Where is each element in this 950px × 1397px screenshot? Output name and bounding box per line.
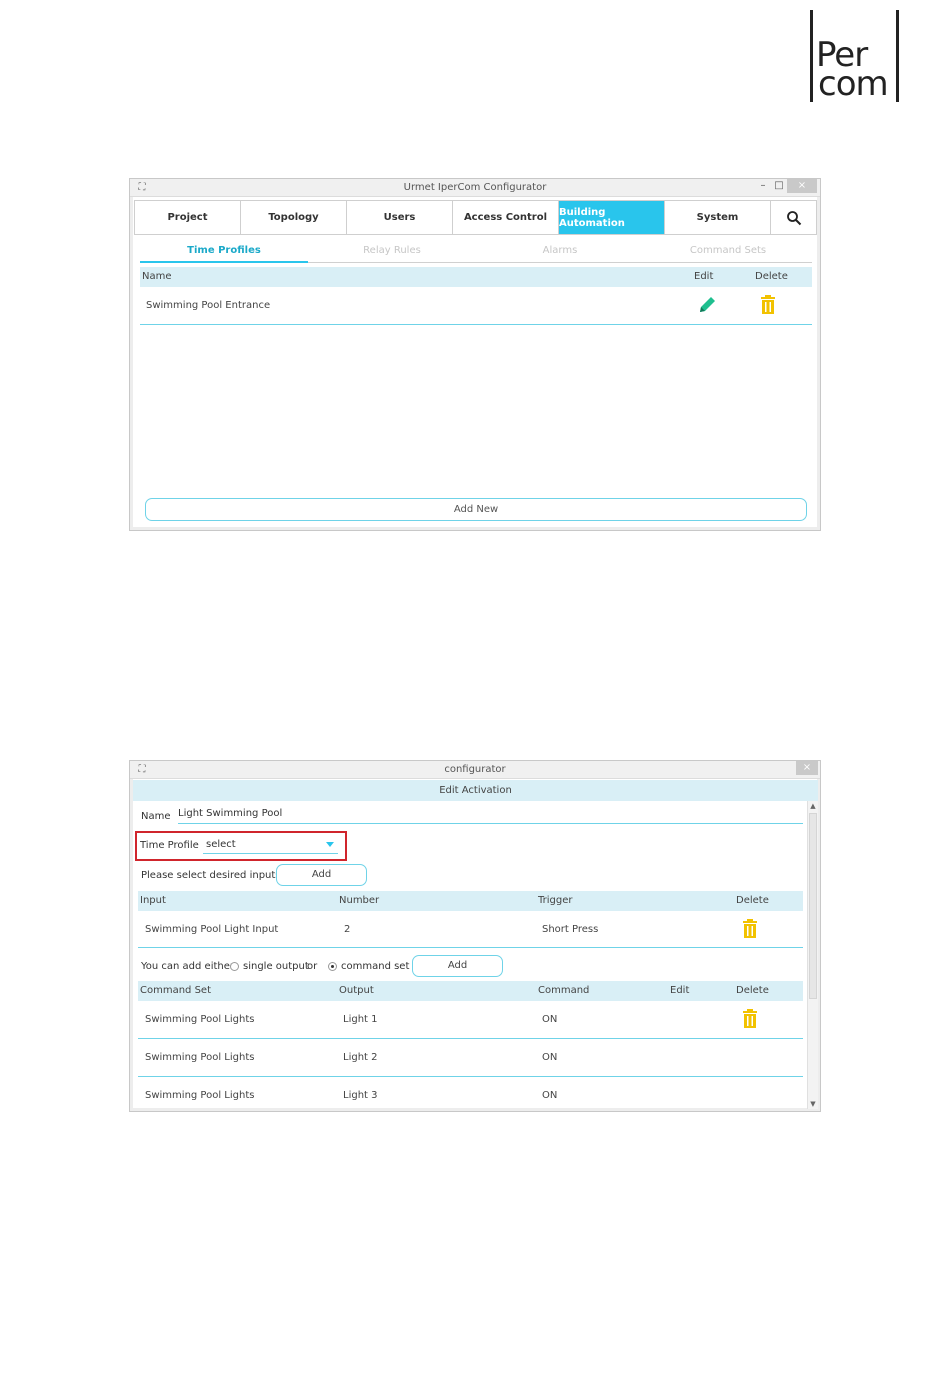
header-delete: Delete xyxy=(736,895,769,906)
command-value: ON xyxy=(542,1014,558,1025)
single-output-radio[interactable] xyxy=(230,962,239,971)
pencil-icon[interactable] xyxy=(697,295,717,315)
add-either-label: You can add either xyxy=(141,961,235,972)
title-bar: ⛶ configurator xyxy=(130,761,820,779)
subtab-bar: Time Profiles Relay Rules Alarms Command… xyxy=(140,241,812,263)
input-number: 2 xyxy=(344,924,351,935)
name-input[interactable]: Light Swimming Pool xyxy=(178,808,803,824)
inputs-table-header: Input Number Trigger Delete xyxy=(138,891,803,911)
name-value: Light Swimming Pool xyxy=(178,808,283,819)
command-set-radio[interactable] xyxy=(328,962,337,971)
main-nav: Project Topology Users Access Control Bu… xyxy=(134,200,817,235)
tab-command-sets[interactable]: Command Sets xyxy=(644,241,812,263)
tab-alarms[interactable]: Alarms xyxy=(476,241,644,263)
vertical-scrollbar[interactable]: ▲ ▼ xyxy=(807,801,818,1109)
command-output: Light 2 xyxy=(343,1052,378,1063)
trash-icon[interactable] xyxy=(742,1009,758,1029)
logo-bar-right xyxy=(896,10,899,102)
time-profile-value: select xyxy=(206,839,236,850)
edit-activation-window: ⛶ configurator × Edit Activation ▲ ▼ Nam… xyxy=(129,760,821,1112)
chevron-down-icon xyxy=(326,842,334,847)
window-title: Urmet IperCom Configurator xyxy=(403,182,547,193)
search-icon xyxy=(786,210,801,225)
table-row[interactable]: Swimming Pool Lights Light 2 ON xyxy=(138,1039,803,1077)
trash-icon[interactable] xyxy=(760,295,776,315)
header-delete: Delete xyxy=(755,271,788,282)
header-command-set: Command Set xyxy=(140,985,211,996)
add-new-button[interactable]: Add New xyxy=(145,498,807,521)
close-button[interactable]: × xyxy=(787,179,817,193)
command-set-label: command set xyxy=(341,961,410,972)
scroll-up-icon[interactable]: ▲ xyxy=(808,801,818,811)
header-edit: Edit xyxy=(694,271,714,282)
window-title: configurator xyxy=(444,764,506,775)
header-name: Name xyxy=(142,271,172,282)
command-set-name: Swimming Pool Lights xyxy=(145,1052,255,1063)
header-command: Command xyxy=(538,985,590,996)
header-delete: Delete xyxy=(736,985,769,996)
header-number: Number xyxy=(339,895,380,906)
nav-system[interactable]: System xyxy=(665,201,771,234)
table-row[interactable]: Swimming Pool Lights Light 3 ON xyxy=(138,1077,803,1109)
dialog-header: Edit Activation xyxy=(133,780,818,801)
ipercom-logo: Per com xyxy=(808,10,902,104)
nav-building-automation[interactable]: Building Automation xyxy=(559,201,665,234)
logo-line-2: com xyxy=(818,64,889,104)
search-button[interactable] xyxy=(771,201,816,234)
scroll-down-icon[interactable]: ▼ xyxy=(808,1099,818,1109)
input-name: Swimming Pool Light Input xyxy=(145,924,279,935)
commands-table-header: Command Set Output Command Edit Delete xyxy=(138,981,803,1001)
trash-icon[interactable] xyxy=(742,919,758,939)
app-icon: ⛶ xyxy=(138,182,146,193)
table-row[interactable]: Swimming Pool Light Input 2 Short Press xyxy=(138,911,803,948)
time-profile-label: Time Profile xyxy=(140,840,199,851)
command-set-name: Swimming Pool Lights xyxy=(145,1090,255,1101)
time-profiles-table-header: Name Edit Delete xyxy=(140,267,812,287)
time-profile-select[interactable]: select xyxy=(203,839,338,854)
minimize-button[interactable]: – xyxy=(756,179,770,193)
add-output-button[interactable]: Add xyxy=(412,955,503,977)
add-input-button[interactable]: Add xyxy=(276,864,367,886)
nav-topology[interactable]: Topology xyxy=(241,201,347,234)
command-output: Light 3 xyxy=(343,1090,378,1101)
tab-time-profiles[interactable]: Time Profiles xyxy=(140,241,308,263)
header-input: Input xyxy=(140,895,166,906)
logo-bar-left xyxy=(810,10,813,102)
close-button[interactable]: × xyxy=(796,761,818,775)
app-icon: ⛶ xyxy=(138,764,146,775)
nav-users[interactable]: Users xyxy=(347,201,453,234)
or-label: or xyxy=(307,961,318,972)
command-value: ON xyxy=(542,1090,558,1101)
inputs-prompt: Please select desired inputs xyxy=(141,870,281,881)
name-label: Name xyxy=(141,811,171,822)
header-output: Output xyxy=(339,985,374,996)
nav-project[interactable]: Project xyxy=(135,201,241,234)
header-trigger: Trigger xyxy=(538,895,573,906)
table-row[interactable]: Swimming Pool Lights Light 1 ON xyxy=(138,1001,803,1039)
table-row[interactable]: Swimming Pool Entrance xyxy=(140,287,812,325)
command-value: ON xyxy=(542,1052,558,1063)
nav-access-control[interactable]: Access Control xyxy=(453,201,559,234)
scrollbar-thumb[interactable] xyxy=(809,813,817,999)
maximize-button[interactable]: □ xyxy=(772,179,786,193)
single-output-label: single output xyxy=(243,961,309,972)
input-trigger: Short Press xyxy=(542,924,599,935)
configurator-main-window: ⛶ Urmet IperCom Configurator – □ × Proje… xyxy=(129,178,821,531)
command-output: Light 1 xyxy=(343,1014,378,1025)
header-edit: Edit xyxy=(670,985,690,996)
title-bar: ⛶ Urmet IperCom Configurator xyxy=(130,179,820,197)
tab-relay-rules[interactable]: Relay Rules xyxy=(308,241,476,263)
time-profile-name: Swimming Pool Entrance xyxy=(146,300,271,311)
command-set-name: Swimming Pool Lights xyxy=(145,1014,255,1025)
